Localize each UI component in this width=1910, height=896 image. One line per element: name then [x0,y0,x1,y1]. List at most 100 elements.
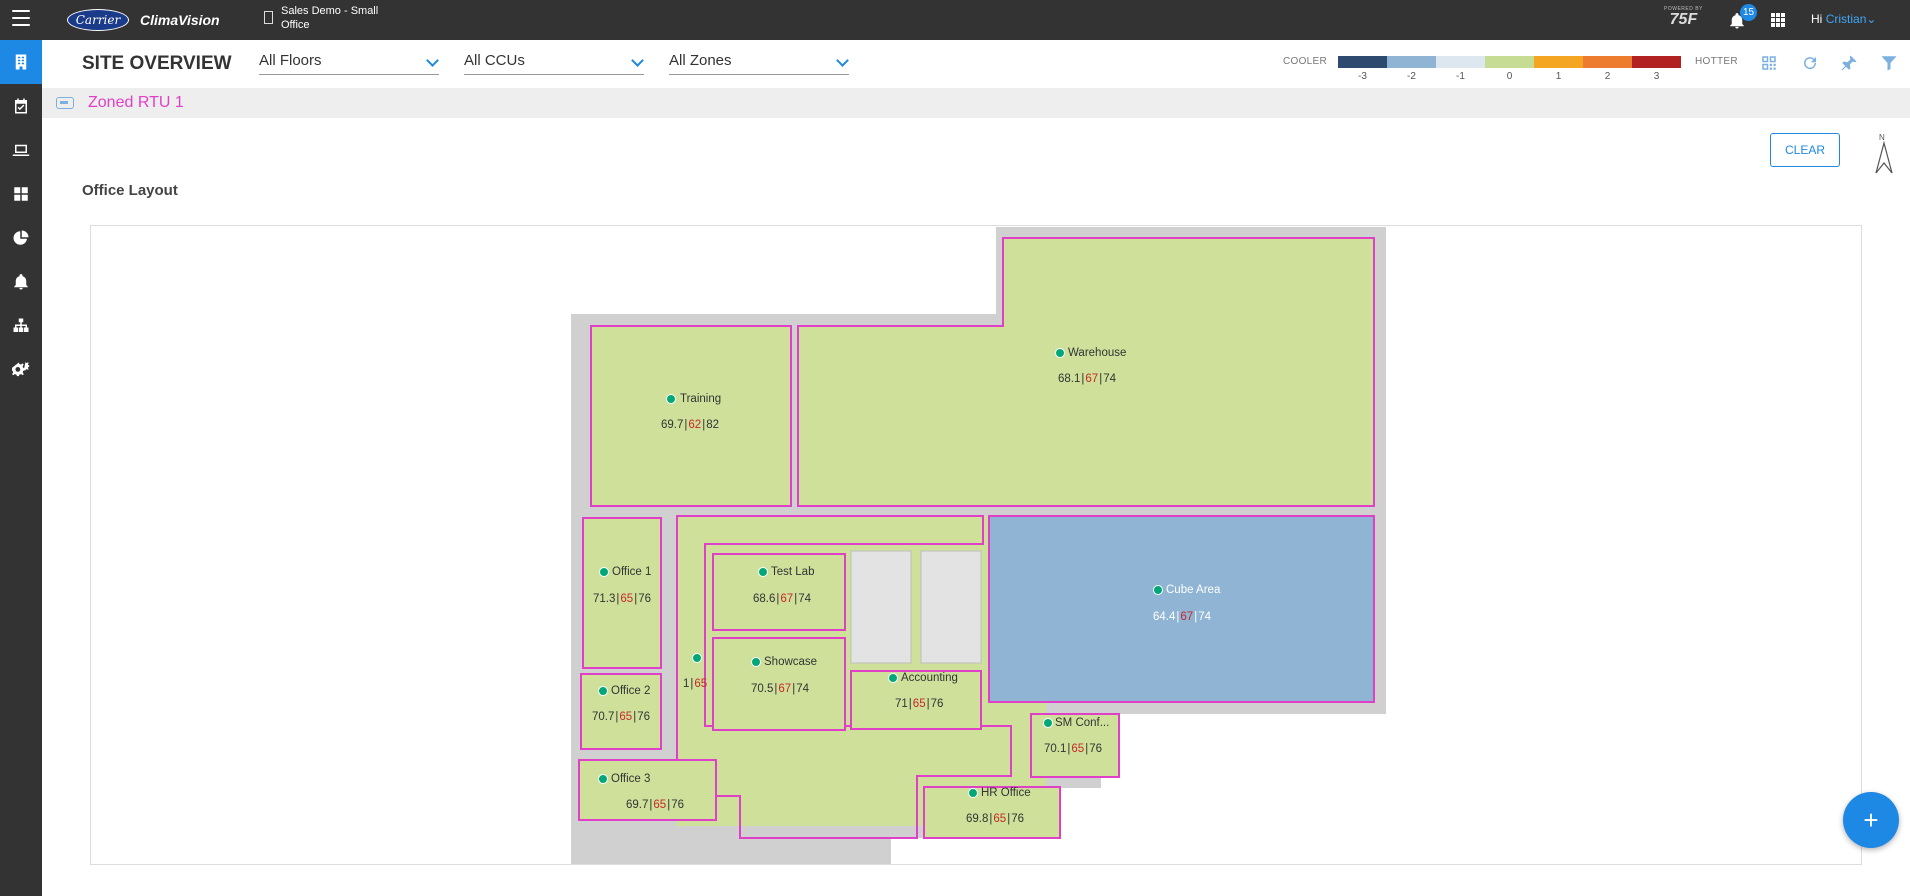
limit-temp: 76 [1089,743,1102,755]
scale-swatch [1485,56,1534,68]
current-temp: 1 [683,678,690,690]
zone-status-dot[interactable] [692,653,702,663]
zone-name-office-1[interactable]: Office 1 [612,566,651,578]
north-arrow-icon [1875,140,1893,174]
user-menu[interactable]: Cristian⌄ [1826,12,1877,26]
scale-swatch [1632,56,1681,68]
powered-brand: 75F [1669,11,1698,28]
zone-status-dot[interactable] [758,567,768,577]
ccu-select-value[interactable]: All CCUs [464,52,525,69]
zone-name-sm-conf[interactable]: SM Conf... [1055,717,1109,729]
zone-area-warehouse[interactable] [797,237,1375,507]
refresh-icon[interactable] [1801,54,1819,72]
zone-status-dot[interactable] [599,567,609,577]
floor-select-value[interactable]: All Floors [259,52,322,69]
site-name[interactable]: Sales Demo - Small Office [281,4,401,32]
scale-swatch [1534,56,1583,68]
zone-status-dot[interactable] [1153,585,1163,595]
floor-plan-canvas[interactable]: Training 69.7|62|82 Warehouse 68.1|67|74… [90,225,1862,865]
zone-status-dot[interactable] [888,673,898,683]
sidebar-item-alerts[interactable] [0,260,42,304]
apps-grid-icon[interactable] [1771,13,1785,27]
top-bar: Carrier ClimaVision Sales Demo - Small O… [0,0,1910,40]
zone-status-dot[interactable] [666,394,676,404]
zone-area-office-3[interactable] [578,759,717,821]
sidebar-item-dashboards[interactable] [0,172,42,216]
zone-name-office-2[interactable]: Office 2 [611,685,650,697]
floor-plan [571,227,1386,864]
sidebar-item-devices[interactable] [0,128,42,172]
current-temp: 68.6 [753,593,776,605]
current-temp: 69.7 [661,419,684,431]
user-name[interactable]: Cristian [1826,12,1867,26]
zone-temperatures: 69.7|62|82 [661,419,719,431]
bell-icon [14,274,28,290]
limit-temp: 74 [796,683,809,695]
sidebar-item-hierarchy[interactable] [0,304,42,348]
scale-label: -3 [1358,71,1367,82]
scale-label: 1 [1555,71,1562,82]
setpoint-temp: 65 [993,813,1007,825]
limit-temp: 74 [798,593,811,605]
current-temp: 70.1 [1044,743,1067,755]
pie-chart-icon [13,230,29,245]
zone-name-accounting[interactable]: Accounting [901,672,958,684]
filter-icon[interactable] [1880,54,1898,72]
clear-button[interactable]: CLEAR [1770,133,1840,167]
sidebar-item-settings[interactable] [0,348,42,392]
setpoint-temp: 67 [1085,373,1099,385]
separator: | [794,593,798,605]
hamburger-menu-icon[interactable] [12,10,30,26]
zone-status-dot[interactable] [598,686,608,696]
sidebar-item-site-overview[interactable] [0,40,42,84]
chevron-down-icon[interactable] [426,54,439,67]
chevron-down-icon[interactable] [631,54,644,67]
qr-code-icon[interactable] [1760,54,1778,72]
setpoint-temp: 65 [694,678,708,690]
zone-name-test-lab[interactable]: Test Lab [771,566,814,578]
sidebar-item-schedules[interactable] [0,84,42,128]
left-sidebar [0,40,42,896]
chevron-down-icon[interactable] [836,54,849,67]
setpoint-temp: 65 [653,799,667,811]
separator: | [616,593,620,605]
sidebar-item-analytics[interactable] [0,216,42,260]
zone-status-dot[interactable] [751,657,761,667]
zone-name-training[interactable]: Training [680,393,721,405]
selected-ccu-name[interactable]: Zoned RTU 1 [88,94,184,112]
zone-area-cube-area[interactable] [988,515,1375,703]
zone-select[interactable]: All Zones [669,52,849,75]
limit-temp: 76 [637,711,650,723]
zone-name-warehouse[interactable]: Warehouse [1068,347,1126,359]
zone-name-cube-area[interactable]: Cube Area [1166,584,1220,596]
zone-name-hr-office[interactable]: HR Office [981,787,1031,799]
ccu-select[interactable]: All CCUs [464,52,644,75]
separator: | [667,799,671,811]
zone-temperatures: 64.4|67|74 [1153,611,1211,623]
settings-gears-icon [12,361,30,377]
floor-select[interactable]: All Floors [259,52,439,75]
separator: | [926,698,930,710]
limit-temp: 76 [638,593,651,605]
zone-status-dot[interactable] [968,788,978,798]
zone-status-dot[interactable] [1055,348,1065,358]
add-button[interactable]: + [1843,792,1899,848]
separator: | [1081,373,1085,385]
current-temp: 64.4 [1153,611,1176,623]
chevron-down-icon[interactable]: ⌄ [1866,12,1876,26]
zone-status-dot[interactable] [1043,718,1053,728]
pin-icon[interactable] [1840,54,1858,72]
greeting-text: Hi [1811,12,1823,26]
closet-area [850,550,912,664]
separator: | [1194,611,1198,623]
zone-name-office-3[interactable]: Office 3 [611,773,650,785]
limit-temp: 74 [1198,611,1211,623]
notification-count-badge[interactable]: 15 [1740,4,1757,21]
scale-swatch [1387,56,1436,68]
scale-swatch [1338,56,1387,68]
zone-area-training[interactable] [590,325,792,507]
scale-label: 3 [1653,71,1660,82]
zone-name-showcase[interactable]: Showcase [764,656,817,668]
zone-select-value[interactable]: All Zones [669,52,732,69]
zone-status-dot[interactable] [598,774,608,784]
